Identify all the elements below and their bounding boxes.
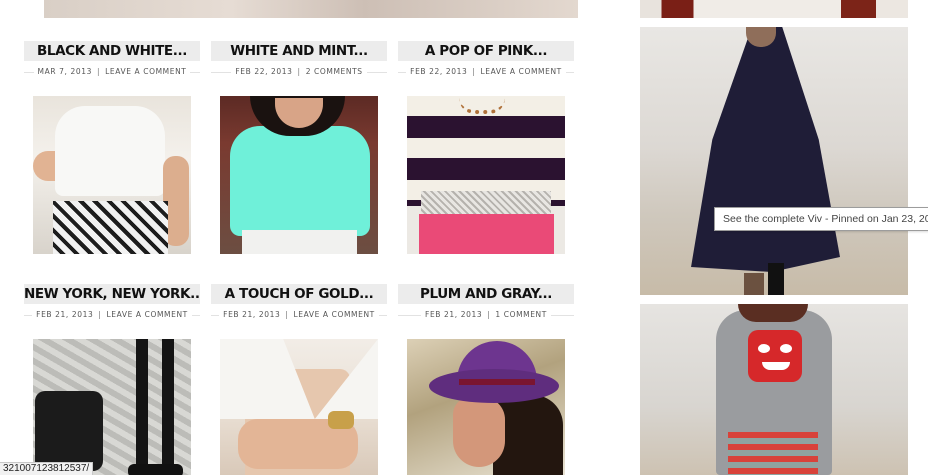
photo-shape: [230, 126, 370, 236]
post-meta: FEB 21, 2013 | LEAVE A COMMENT: [24, 310, 200, 321]
post-title-link[interactable]: A TOUCH OF GOLD...: [211, 284, 387, 304]
pinned-image[interactable]: [640, 304, 908, 475]
pinned-image[interactable]: [640, 27, 908, 295]
photo-shape: [758, 344, 770, 353]
photo-shape: [691, 27, 840, 272]
meta-separator: |: [472, 67, 476, 76]
browser-status-bar-url: 321007123812537/: [0, 462, 94, 475]
post-card: WHITE AND MINT... FEB 22, 2013 | 2 COMMENT…: [211, 41, 387, 78]
comments-link[interactable]: LEAVE A COMMENT: [106, 310, 187, 319]
post-meta: FEB 22, 2013 | LEAVE A COMMENT: [398, 67, 574, 78]
post-thumbnail-image[interactable]: [407, 339, 565, 475]
post-title-link[interactable]: BLACK AND WHITE...: [24, 41, 200, 61]
photo-shape: [128, 464, 183, 475]
photo-shape: [453, 397, 505, 467]
post-meta: FEB 22, 2013 | 2 COMMENTS: [211, 67, 387, 78]
comments-link[interactable]: LEAVE A COMMENT: [480, 67, 561, 76]
post-card: PLUM AND GRAY... FEB 21, 2013 | 1 COMMENT: [398, 284, 574, 321]
post-meta: FEB 21, 2013 | LEAVE A COMMENT: [211, 310, 387, 321]
post-date: FEB 21, 2013: [425, 310, 483, 319]
photo-shape: [53, 201, 168, 254]
pinned-image[interactable]: [640, 0, 908, 18]
photo-shape: [459, 379, 535, 385]
post-date: MAR 7, 2013: [37, 67, 92, 76]
post-date: FEB 21, 2013: [36, 310, 94, 319]
meta-separator: |: [487, 310, 491, 319]
post-card: A POP OF PINK... FEB 22, 2013 | LEAVE A CO…: [398, 41, 574, 78]
post-title-link[interactable]: WHITE AND MINT...: [211, 41, 387, 61]
photo-shape: [421, 191, 551, 215]
comments-link[interactable]: 2 COMMENTS: [306, 67, 363, 76]
hero-image-strip[interactable]: [44, 0, 578, 18]
photo-shape: [728, 432, 818, 475]
meta-separator: |: [96, 67, 101, 76]
post-thumbnail-image[interactable]: [407, 96, 565, 254]
photo-shape: [768, 263, 784, 295]
post-card: A TOUCH OF GOLD... FEB 21, 2013 | LEAVE A …: [211, 284, 387, 321]
comments-link[interactable]: 1 COMMENT: [495, 310, 547, 319]
post-title-link[interactable]: PLUM AND GRAY...: [398, 284, 574, 304]
comments-link[interactable]: LEAVE A COMMENT: [293, 310, 374, 319]
post-thumbnail-image[interactable]: [220, 96, 378, 254]
photo-shape: [780, 344, 792, 353]
photo-shape: [242, 230, 357, 254]
photo-shape: [128, 339, 188, 469]
photo-shape: [429, 369, 559, 403]
photo-shape: [762, 362, 790, 370]
post-title-link[interactable]: A POP OF PINK...: [398, 41, 574, 61]
post-date: FEB 22, 2013: [235, 67, 293, 76]
photo-shape: [748, 330, 802, 382]
comments-link[interactable]: LEAVE A COMMENT: [105, 67, 186, 76]
post-date: FEB 21, 2013: [223, 310, 281, 319]
post-title-link[interactable]: NEW YORK, NEW YORK...: [24, 284, 200, 304]
photo-shape: [419, 214, 554, 254]
meta-separator: |: [98, 310, 102, 319]
photo-shape: [744, 273, 764, 295]
post-thumbnail-image[interactable]: [33, 339, 191, 475]
post-thumbnail-image[interactable]: [33, 96, 191, 254]
photo-shape: [738, 304, 808, 322]
meta-separator: |: [297, 67, 301, 76]
post-card: NEW YORK, NEW YORK... FEB 21, 2013 | LEAVE…: [24, 284, 200, 321]
image-tooltip: See the complete Viv - Pinned on Jan 23,…: [714, 207, 928, 231]
post-meta: MAR 7, 2013 | LEAVE A COMMENT: [24, 67, 200, 78]
post-meta: FEB 21, 2013 | 1 COMMENT: [398, 310, 574, 321]
photo-shape: [55, 106, 165, 196]
photo-shape: [220, 339, 378, 419]
photo-shape: [35, 391, 103, 471]
post-thumbnail-image[interactable]: [220, 339, 378, 475]
meta-separator: |: [285, 310, 289, 319]
post-card: BLACK AND WHITE... MAR 7, 2013 | LEAVE A C…: [24, 41, 200, 78]
post-date: FEB 22, 2013: [410, 67, 468, 76]
photo-shape: [328, 411, 354, 429]
